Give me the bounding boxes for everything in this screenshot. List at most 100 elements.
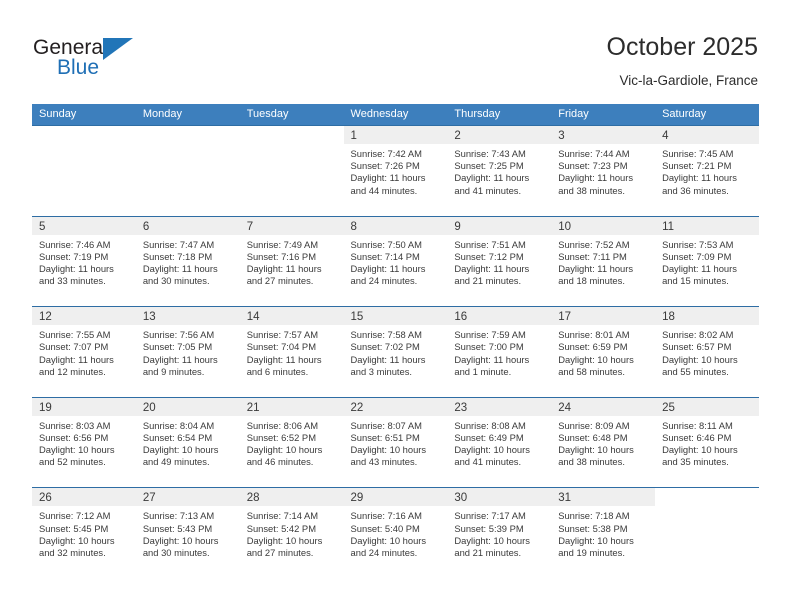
day-number-band: 12 (32, 307, 136, 326)
day-number-band: 5 (32, 216, 136, 235)
day-details (136, 144, 240, 148)
day-cell[interactable]: 14 Sunrise: 7:57 AM Sunset: 7:04 PM Dayl… (239, 307, 344, 397)
day-cell[interactable]: 25 Sunrise: 8:11 AM Sunset: 6:46 PM Dayl… (655, 397, 759, 488)
day-cell[interactable]: 10 Sunrise: 7:52 AM Sunset: 7:11 PM Dayl… (551, 216, 656, 307)
day-number-band (136, 126, 240, 144)
sunset-text: Sunset: 6:52 PM (246, 431, 316, 443)
day-cell[interactable]: 5 Sunrise: 7:46 AM Sunset: 7:19 PM Dayli… (32, 216, 136, 307)
sunrise-text: Sunrise: 8:01 AM (558, 329, 630, 341)
day-details: Sunrise: 7:16 AM Sunset: 5:40 PM Dayligh… (344, 506, 448, 559)
daylight-text-line2: and 55 minutes. (662, 365, 729, 377)
daylight-text-line1: Daylight: 11 hours (350, 353, 426, 365)
day-cell[interactable]: 1 Sunrise: 7:42 AM Sunset: 7:26 PM Dayli… (343, 126, 448, 216)
calendar-week-row: 12 Sunrise: 7:55 AM Sunset: 7:07 PM Dayl… (32, 306, 759, 397)
day-details: Sunrise: 7:47 AM Sunset: 7:18 PM Dayligh… (136, 235, 240, 288)
sunset-text: Sunset: 7:11 PM (558, 250, 627, 262)
day-cell[interactable]: 30 Sunrise: 7:17 AM Sunset: 5:39 PM Dayl… (447, 488, 552, 578)
day-cell[interactable]: 22 Sunrise: 8:07 AM Sunset: 6:51 PM Dayl… (343, 397, 448, 488)
day-cell[interactable] (32, 126, 136, 216)
day-cell[interactable]: 19 Sunrise: 8:03 AM Sunset: 6:56 PM Dayl… (32, 397, 136, 488)
day-cell[interactable] (655, 488, 759, 578)
daylight-text-line2: and 35 minutes. (662, 456, 729, 468)
day-cell[interactable]: 29 Sunrise: 7:16 AM Sunset: 5:40 PM Dayl… (343, 488, 448, 578)
sunset-text: Sunset: 5:40 PM (350, 522, 420, 534)
day-cell[interactable]: 13 Sunrise: 7:56 AM Sunset: 7:05 PM Dayl… (135, 307, 240, 397)
daylight-text-line2: and 24 minutes. (350, 275, 418, 287)
daylight-text-line1: Daylight: 11 hours (350, 263, 426, 274)
sunrise-text: Sunrise: 7:59 AM (454, 329, 526, 341)
calendar-week-row: 1 Sunrise: 7:42 AM Sunset: 7:26 PM Dayli… (32, 125, 759, 216)
day-cell[interactable]: 9 Sunrise: 7:51 AM Sunset: 7:12 PM Dayli… (447, 216, 552, 307)
calendar-page: General Blue October 2025 Vic-la-Gardiol… (0, 0, 792, 612)
day-cell[interactable] (135, 126, 240, 216)
daylight-text-line1: Daylight: 10 hours (350, 444, 427, 456)
day-cell[interactable]: 21 Sunrise: 8:06 AM Sunset: 6:52 PM Dayl… (239, 397, 344, 488)
day-cell[interactable]: 17 Sunrise: 8:01 AM Sunset: 6:59 PM Dayl… (551, 307, 656, 397)
day-details: Sunrise: 8:09 AM Sunset: 6:48 PM Dayligh… (551, 416, 655, 469)
sunset-text: Sunset: 6:48 PM (558, 431, 628, 443)
day-details: Sunrise: 7:53 AM Sunset: 7:09 PM Dayligh… (655, 235, 759, 288)
day-cell[interactable]: 8 Sunrise: 7:50 AM Sunset: 7:14 PM Dayli… (343, 216, 448, 307)
daylight-text-line2: and 18 minutes. (558, 275, 625, 287)
sunrise-text: Sunrise: 7:16 AM (350, 510, 422, 522)
day-cell[interactable]: 12 Sunrise: 7:55 AM Sunset: 7:07 PM Dayl… (32, 307, 136, 397)
day-cell[interactable]: 24 Sunrise: 8:09 AM Sunset: 6:48 PM Dayl… (551, 397, 656, 488)
day-details: Sunrise: 7:58 AM Sunset: 7:02 PM Dayligh… (344, 325, 448, 378)
day-details: Sunrise: 7:43 AM Sunset: 7:25 PM Dayligh… (447, 144, 551, 197)
day-number-band: 7 (239, 216, 344, 235)
day-cell[interactable]: 7 Sunrise: 7:49 AM Sunset: 7:16 PM Dayli… (239, 216, 344, 307)
day-cell[interactable]: 16 Sunrise: 7:59 AM Sunset: 7:00 PM Dayl… (447, 307, 552, 397)
page-header: General Blue October 2025 Vic-la-Gardiol… (0, 0, 792, 104)
day-cell[interactable]: 2 Sunrise: 7:43 AM Sunset: 7:25 PM Dayli… (447, 126, 552, 216)
day-cell[interactable]: 11 Sunrise: 7:53 AM Sunset: 7:09 PM Dayl… (655, 216, 759, 307)
day-number-band: 20 (135, 397, 240, 416)
title-block: October 2025 Vic-la-Gardiole, France (607, 32, 759, 89)
day-details: Sunrise: 7:17 AM Sunset: 5:39 PM Dayligh… (447, 506, 551, 559)
day-cell[interactable]: 31 Sunrise: 7:18 AM Sunset: 5:38 PM Dayl… (551, 488, 656, 578)
day-number-band: 21 (239, 397, 344, 416)
day-cell[interactable]: 20 Sunrise: 8:04 AM Sunset: 6:54 PM Dayl… (135, 397, 240, 488)
day-number: 8 (350, 220, 357, 233)
daylight-text-line2: and 43 minutes. (350, 456, 418, 468)
day-cell[interactable] (239, 126, 344, 216)
day-cell[interactable]: 23 Sunrise: 8:08 AM Sunset: 6:49 PM Dayl… (447, 397, 552, 488)
day-cell[interactable]: 4 Sunrise: 7:45 AM Sunset: 7:21 PM Dayli… (655, 126, 759, 216)
sunrise-text: Sunrise: 7:55 AM (39, 329, 111, 341)
day-number: 4 (662, 130, 669, 142)
day-cell[interactable]: 26 Sunrise: 7:12 AM Sunset: 5:45 PM Dayl… (32, 488, 136, 578)
daylight-text-line1: Daylight: 10 hours (454, 444, 530, 456)
day-cell[interactable]: 27 Sunrise: 7:13 AM Sunset: 5:43 PM Dayl… (135, 488, 240, 578)
daylight-text-line1: Daylight: 11 hours (246, 263, 322, 274)
sunset-text: Sunset: 7:12 PM (454, 250, 524, 262)
daylight-text-line2: and 38 minutes. (558, 184, 625, 196)
day-number: 2 (454, 130, 461, 142)
daylight-text-line1: Daylight: 11 hours (454, 172, 530, 184)
sunrise-text: Sunrise: 7:45 AM (662, 148, 734, 159)
sunset-text: Sunset: 6:46 PM (662, 431, 732, 443)
day-cell[interactable]: 28 Sunrise: 7:14 AM Sunset: 5:42 PM Dayl… (239, 488, 344, 578)
day-number-band: 10 (551, 216, 656, 235)
sunrise-text: Sunrise: 7:57 AM (246, 329, 319, 341)
daylight-text-line2: and 24 minutes. (350, 546, 418, 558)
daylight-text-line1: Daylight: 10 hours (662, 353, 738, 365)
dow-saturday: Saturday (662, 108, 707, 120)
sunset-text: Sunset: 5:38 PM (558, 522, 628, 534)
day-cell[interactable]: 3 Sunrise: 7:44 AM Sunset: 7:23 PM Dayli… (551, 126, 656, 216)
calendar-week-row: 26 Sunrise: 7:12 AM Sunset: 5:45 PM Dayl… (32, 487, 759, 578)
daylight-text-line1: Daylight: 10 hours (350, 534, 427, 546)
day-number-band: 14 (239, 307, 344, 326)
sunrise-text: Sunrise: 7:56 AM (142, 329, 215, 341)
day-number-band: 15 (343, 307, 448, 326)
day-number: 7 (246, 220, 254, 233)
day-cell[interactable]: 15 Sunrise: 7:58 AM Sunset: 7:02 PM Dayl… (343, 307, 448, 397)
sunrise-text: Sunrise: 7:46 AM (39, 238, 111, 250)
daylight-text-line2: and 46 minutes. (246, 456, 314, 468)
day-cell[interactable]: 6 Sunrise: 7:47 AM Sunset: 7:18 PM Dayli… (135, 216, 240, 307)
day-details: Sunrise: 8:01 AM Sunset: 6:59 PM Dayligh… (551, 325, 655, 378)
daylight-text-line1: Daylight: 10 hours (246, 444, 323, 456)
day-cell[interactable]: 18 Sunrise: 8:02 AM Sunset: 6:57 PM Dayl… (655, 307, 759, 397)
dow-sunday: Sunday (39, 108, 77, 120)
day-details: Sunrise: 7:50 AM Sunset: 7:14 PM Dayligh… (344, 235, 448, 288)
day-details: Sunrise: 7:56 AM Sunset: 7:05 PM Dayligh… (136, 325, 240, 378)
daylight-text-line2: and 49 minutes. (142, 456, 210, 468)
